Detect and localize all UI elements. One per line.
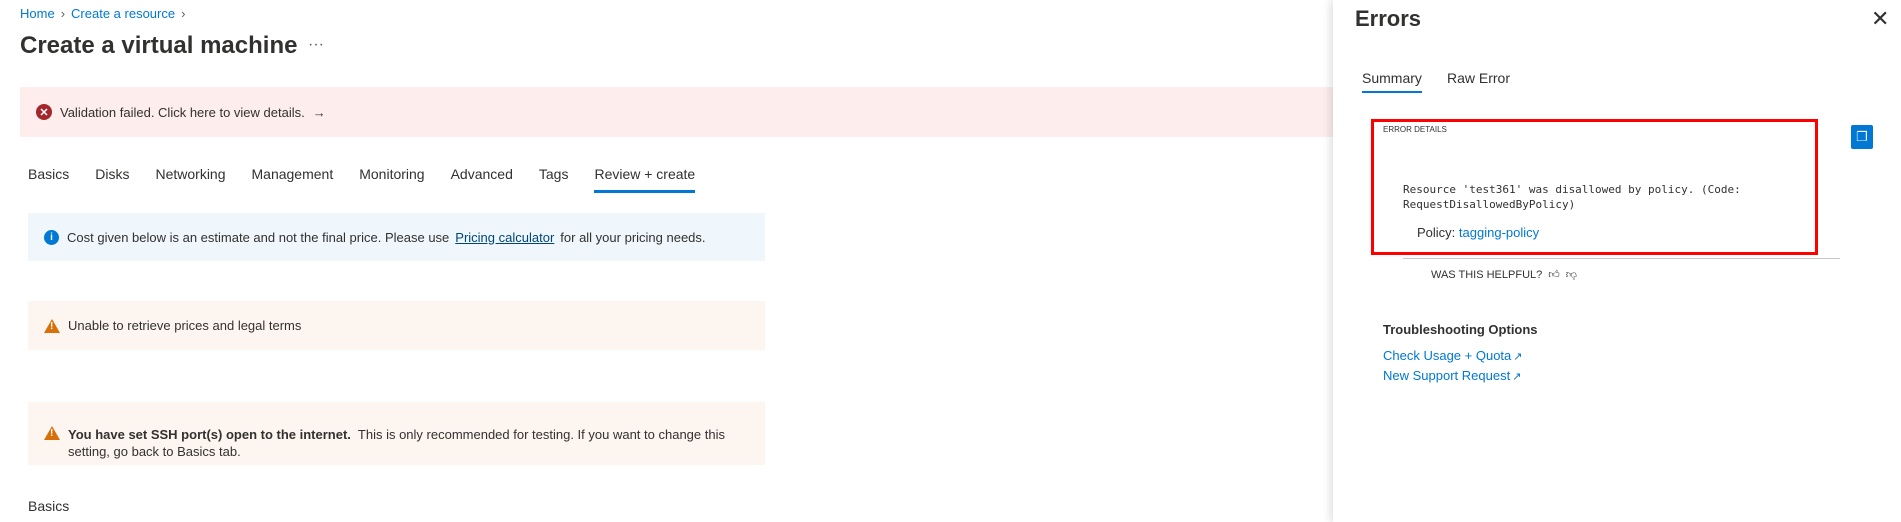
chevron-right-icon: ›	[60, 6, 66, 21]
breadcrumb: Home › Create a resource ›	[20, 6, 191, 21]
external-link-icon: ↗	[1512, 371, 1522, 383]
validation-banner[interactable]: ✕ Validation failed. Click here to view …	[20, 87, 1340, 137]
policy-row: Policy: tagging-policy	[1417, 225, 1539, 240]
tab-disks[interactable]: Disks	[95, 166, 129, 193]
tab-summary[interactable]: Summary	[1362, 70, 1422, 93]
warning-text-wrap: You have set SSH port(s) open to the int…	[68, 426, 749, 460]
chevron-right-icon: ›	[181, 6, 186, 21]
error-details-label: ERROR DETAILS	[1383, 125, 1447, 134]
info-text-end: for all your pricing needs.	[560, 229, 706, 245]
policy-label: Policy:	[1417, 225, 1456, 240]
warning-bold: You have set SSH port(s) open to the int…	[68, 427, 351, 442]
support-request-link-row[interactable]: New Support Request ↗	[1383, 368, 1521, 383]
prices-warning-banner: ! Unable to retrieve prices and legal te…	[28, 301, 765, 350]
tab-networking[interactable]: Networking	[155, 166, 225, 193]
section-heading-basics: Basics	[28, 498, 70, 514]
error-message: Resource 'test361' was disallowed by pol…	[1403, 183, 1741, 211]
tab-tags[interactable]: Tags	[539, 166, 569, 193]
feedback-row: WAS THIS HELPFUL? 👍︎ 👎︎	[1431, 268, 1577, 282]
breadcrumb-home[interactable]: Home	[20, 6, 55, 21]
cost-info-banner: i Cost given below is an estimate and no…	[28, 213, 765, 261]
page-title: Create a virtual machine	[20, 32, 298, 59]
warning-text: Unable to retrieve prices and legal term…	[68, 318, 302, 333]
more-options-button[interactable]: ···	[308, 36, 324, 54]
troubleshooting-heading: Troubleshooting Options	[1383, 322, 1538, 337]
ssh-warning-banner: ! You have set SSH port(s) open to the i…	[28, 402, 765, 465]
validation-text: Validation failed. Click here to view de…	[60, 104, 305, 120]
panel-title: Errors	[1355, 6, 1422, 31]
check-usage-link[interactable]: Check Usage + Quota	[1383, 348, 1511, 363]
helpful-label: WAS THIS HELPFUL?	[1431, 268, 1543, 281]
warning-icon: !	[44, 426, 60, 440]
error-circle-icon: ✕	[36, 104, 52, 120]
tab-advanced[interactable]: Advanced	[451, 166, 513, 193]
check-usage-link-row[interactable]: Check Usage + Quota ↗	[1383, 348, 1523, 363]
info-text: Cost given below is an estimate and not …	[67, 229, 450, 245]
errors-panel: Errors ✕ Summary Raw Error ERROR DETAILS…	[1333, 0, 1901, 522]
policy-link[interactable]: tagging-policy	[1459, 225, 1539, 240]
close-icon[interactable]: ✕	[1871, 6, 1889, 32]
tab-review-create[interactable]: Review + create	[594, 166, 696, 193]
divider	[1403, 258, 1840, 259]
external-link-icon: ↗	[1513, 351, 1523, 363]
copy-icon[interactable]: ❐	[1851, 125, 1873, 149]
tab-raw-error[interactable]: Raw Error	[1447, 70, 1510, 86]
breadcrumb-create-resource[interactable]: Create a resource	[71, 6, 175, 21]
warning-icon: !	[44, 318, 60, 333]
tab-basics[interactable]: Basics	[28, 166, 69, 193]
new-support-request-link[interactable]: New Support Request	[1383, 368, 1510, 383]
arrow-right-icon: →	[312, 104, 326, 120]
wizard-tabs: Basics Disks Networking Management Monit…	[28, 166, 721, 193]
info-icon: i	[44, 229, 59, 245]
pricing-calculator-link[interactable]: Pricing calculator	[455, 230, 554, 245]
tab-monitoring[interactable]: Monitoring	[359, 166, 424, 193]
thumbs-down-icon[interactable]: 👎︎	[1566, 268, 1577, 281]
tab-management[interactable]: Management	[252, 166, 334, 193]
thumbs-up-icon[interactable]: 👍︎	[1548, 268, 1560, 281]
